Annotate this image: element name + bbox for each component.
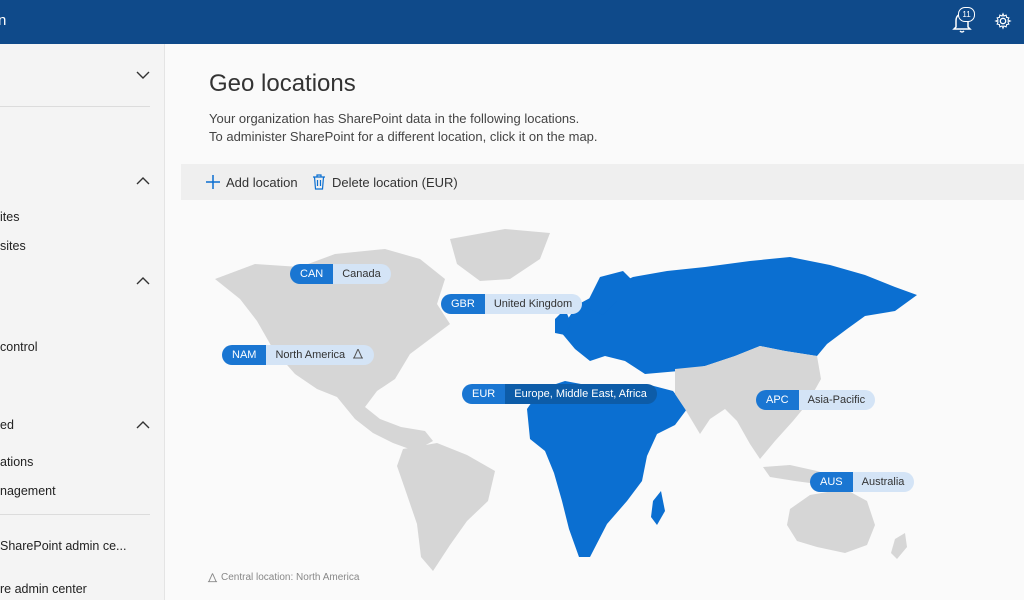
sidebar-item-management[interactable]: nagement: [0, 484, 56, 498]
location-name: Canada: [333, 264, 391, 284]
app-title: n: [0, 12, 7, 29]
chevron-down-icon[interactable]: [136, 70, 150, 80]
location-name: United Kingdom: [484, 294, 583, 314]
sidebar-divider: [0, 106, 150, 107]
chevron-up-icon[interactable]: [136, 420, 150, 430]
chevron-up-icon[interactable]: [136, 276, 150, 286]
location-pill-eur[interactable]: EUR Europe, Middle East, Africa: [462, 384, 657, 404]
location-code: AUS: [810, 472, 853, 492]
location-pill-gbr[interactable]: GBR United Kingdom: [441, 294, 583, 314]
sidebar-item-geo-locations[interactable]: ations: [0, 455, 33, 469]
main-content: Geo locations Your organization has Shar…: [165, 44, 1024, 600]
chevron-up-icon[interactable]: [136, 176, 150, 186]
central-location-icon: [353, 348, 364, 359]
central-location-text: Central location: North America: [221, 572, 360, 583]
central-location-icon: [207, 572, 218, 582]
page-description-line2: To administer SharePoint for a different…: [209, 129, 598, 144]
delete-location-button[interactable]: Delete location (EUR): [312, 172, 458, 192]
location-name: Europe, Middle East, Africa: [505, 384, 657, 404]
command-bar: Add location Delete location (EUR): [181, 164, 1024, 200]
sidebar-divider: [0, 514, 150, 515]
sidebar-item-deleted-sites[interactable]: sites: [0, 239, 26, 253]
central-location-note: Central location: North America: [207, 572, 359, 583]
location-name: North America: [266, 345, 375, 365]
location-name: Asia-Pacific: [798, 390, 876, 410]
sidebar-item-admin-center[interactable]: re admin center: [0, 582, 87, 596]
location-pill-aus[interactable]: AUS Australia: [810, 472, 915, 492]
sidebar: ites sites control ed ations nagement Sh…: [0, 44, 165, 600]
location-pill-nam[interactable]: NAM North America: [222, 345, 375, 365]
south-america-region[interactable]: [397, 443, 495, 571]
gear-icon[interactable]: [994, 12, 1012, 30]
notification-badge: 11: [958, 7, 975, 22]
sidebar-item-active-sites[interactable]: ites: [0, 210, 19, 224]
new-zealand-region[interactable]: [891, 533, 907, 559]
sidebar-item-advanced[interactable]: ed: [0, 418, 14, 432]
trash-icon: [313, 174, 325, 190]
sidebar-item-access-control[interactable]: control: [0, 340, 38, 354]
sidebar-item-sharepoint-admin-center[interactable]: SharePoint admin ce...: [0, 539, 126, 553]
greenland-region[interactable]: [450, 229, 550, 281]
africa-middle-east-region[interactable]: [527, 381, 687, 557]
location-code: CAN: [290, 264, 334, 284]
location-code: NAM: [222, 345, 267, 365]
madagascar-region[interactable]: [651, 491, 665, 525]
page-description-line1: Your organization has SharePoint data in…: [209, 111, 580, 126]
location-pill-can[interactable]: CAN Canada: [290, 264, 391, 284]
top-bar: n 11: [0, 0, 1024, 44]
delete-location-label: Delete location (EUR): [332, 174, 458, 190]
location-code: EUR: [462, 384, 506, 404]
location-pill-apc[interactable]: APC Asia-Pacific: [756, 390, 876, 410]
add-location-label: Add location: [226, 174, 298, 190]
add-location-button[interactable]: Add location: [206, 172, 298, 192]
plus-icon: [206, 175, 220, 189]
location-name-text: North America: [275, 349, 346, 361]
location-code: GBR: [441, 294, 485, 314]
page-title: Geo locations: [209, 70, 356, 97]
location-name: Australia: [852, 472, 915, 492]
australia-region[interactable]: [787, 489, 875, 553]
location-code: APC: [756, 390, 799, 410]
